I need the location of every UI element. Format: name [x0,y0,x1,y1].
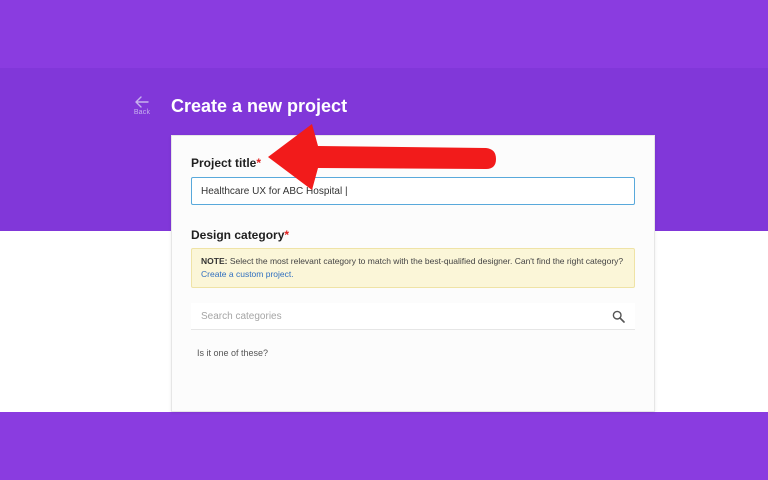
page-title: Create a new project [171,96,348,116]
project-title-label: Project title* [191,156,261,170]
design-category-label-text: Design category [191,228,285,242]
required-marker: * [284,228,290,242]
back-button[interactable]: Back [128,96,156,120]
search-categories-input[interactable] [191,303,635,329]
bottom-banner [0,412,768,480]
required-marker: * [256,156,262,170]
suggestions-heading: Is it one of these? [197,348,269,358]
arrow-left-icon [135,96,149,108]
category-search [191,303,635,330]
note-prefix: NOTE: [201,256,228,266]
search-icon[interactable] [612,310,625,323]
create-custom-project-link[interactable]: Create a custom project. [201,269,294,279]
note-text: Select the most relevant category to mat… [227,256,624,266]
category-note: NOTE: Select the most relevant category … [191,248,635,288]
red-arrow-annotation [268,124,496,190]
project-title-label-text: Project title [191,156,257,170]
annotation-arrow-shape [268,124,496,190]
design-category-label: Design category* [191,228,289,242]
back-label: Back [133,109,151,116]
top-banner [0,0,768,68]
